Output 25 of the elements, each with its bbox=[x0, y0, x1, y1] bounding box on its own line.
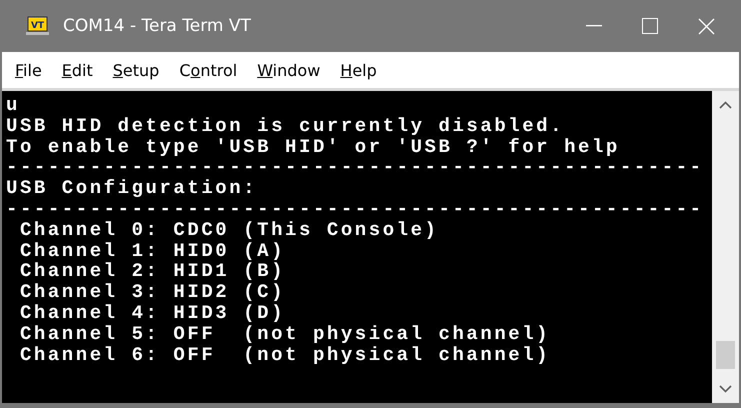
scrollbar[interactable] bbox=[712, 91, 739, 403]
terminal-line: Channel 1: HID0 (A) bbox=[18, 240, 286, 262]
terminal-line: To enable type 'USB HID' or 'USB ?' for help bbox=[6, 136, 621, 158]
menu-item[interactable]: Edit bbox=[52, 60, 102, 80]
terminal-line: u bbox=[6, 95, 21, 116]
menu-item[interactable]: Window bbox=[248, 60, 330, 80]
scrollbar-thumb[interactable] bbox=[716, 341, 735, 369]
terminal-line: Channel 2: HID1 (B) bbox=[18, 261, 286, 282]
menu-item[interactable]: Control bbox=[170, 60, 246, 80]
menu-item[interactable]: Help bbox=[331, 60, 386, 80]
minimize-icon bbox=[586, 25, 602, 27]
menu-item[interactable]: File bbox=[6, 60, 51, 80]
terminal-line: -------------------------------------------------- bbox=[6, 198, 705, 220]
terminal-line: Channel 5: OFF (not physical channel) bbox=[18, 324, 552, 345]
terminal-line: USB HID detection is currently disabled. bbox=[6, 116, 566, 137]
terminal-line: Channel 6: OFF (not physical channel) bbox=[18, 344, 552, 366]
close-icon bbox=[698, 18, 714, 34]
terminal-line: USB Configuration: bbox=[6, 178, 258, 199]
terminal-line: -------------------------------------------------- bbox=[6, 157, 705, 178]
maximize-icon bbox=[642, 18, 658, 34]
menu-item[interactable]: Setup bbox=[104, 60, 168, 80]
terminal-line: Channel 3: HID2 (C) bbox=[18, 282, 286, 303]
terminal-line: Channel 4: HID3 (D) bbox=[18, 302, 286, 324]
window-title: COM14 - Tera Term VT bbox=[63, 16, 252, 36]
terminal-line: Channel 0: CDC0 (This Console) bbox=[18, 220, 440, 241]
